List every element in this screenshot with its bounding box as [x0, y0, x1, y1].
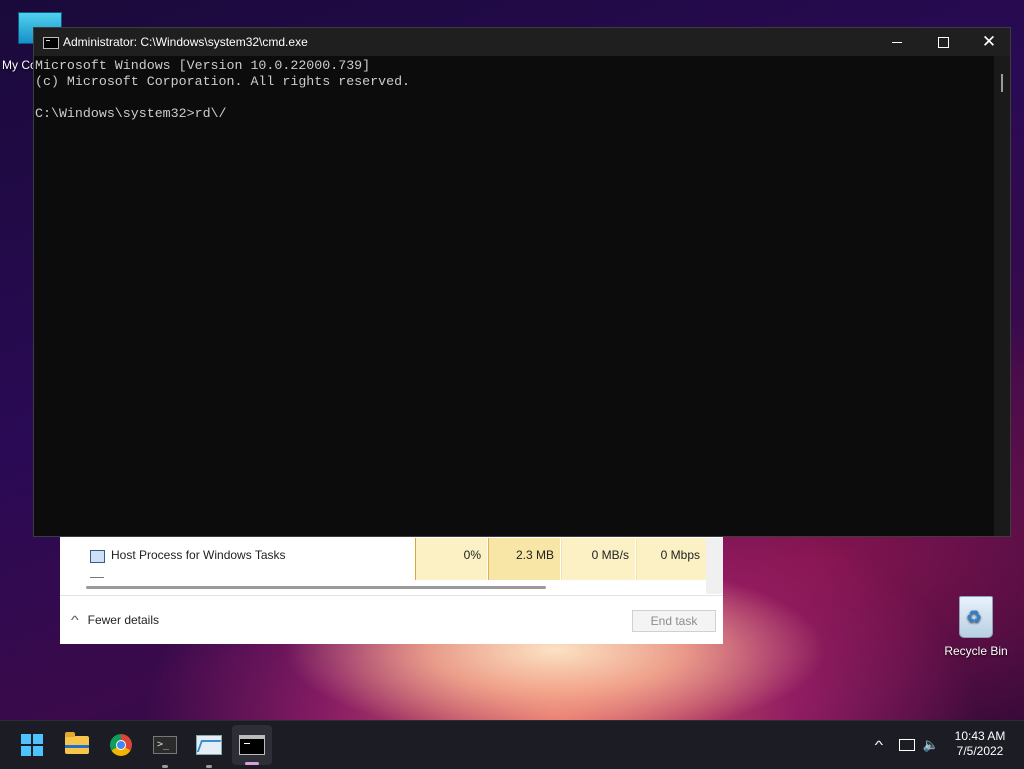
chevron-up-icon: ^ [874, 738, 884, 752]
scrollbar-thumb[interactable] [86, 586, 546, 589]
cmd-app-icon[interactable] [43, 37, 59, 49]
console-line: Microsoft Windows [Version 10.0.22000.73… [35, 58, 371, 73]
disk-cell: 0 MB/s [561, 538, 635, 580]
taskbar-terminal[interactable]: >_ [145, 721, 185, 769]
taskbar-performance-monitor[interactable] [189, 721, 229, 769]
chrome-icon [110, 734, 132, 756]
clock-time: 10:43 AM [954, 729, 1006, 743]
desktop-icon-recycle-bin[interactable]: ♻ Recycle Bin [940, 596, 1012, 658]
fewer-details-button[interactable]: ^ Fewer details [70, 613, 160, 627]
clock-date: 7/5/2022 [956, 744, 1004, 758]
minimize-button[interactable] [874, 28, 920, 56]
fewer-details-label: Fewer details [87, 613, 160, 627]
console-prompt-line: C:\Windows\system32>rd\/ [35, 106, 227, 121]
task-manager-window: Host Process for Windows Tasks 0% 2.3 MB… [60, 520, 723, 644]
cmd-icon [239, 735, 265, 755]
process-name: Host Process for Windows Tasks [111, 548, 286, 562]
vertical-scrollbar[interactable] [706, 538, 723, 594]
desktop-icon-label: My Co [2, 58, 37, 72]
end-task-button[interactable]: End task [632, 610, 716, 632]
volume-button[interactable]: 🔈 [920, 721, 942, 769]
close-button[interactable]: ✕ [966, 28, 1012, 56]
cmd-window[interactable]: Administrator: C:\Windows\system32\cmd.e… [33, 27, 1011, 537]
maximize-icon [937, 36, 949, 48]
table-row[interactable]: Host Process for Windows Tasks 0% 2.3 MB… [60, 538, 706, 580]
clock[interactable]: 10:43 AM 7/5/2022 [946, 729, 1014, 759]
folder-icon [65, 732, 89, 754]
desktop-icon-label: Recycle Bin [944, 644, 1008, 658]
windows-logo-icon [21, 734, 43, 756]
cpu-cell: 0% [415, 538, 487, 580]
scrollbar-thumb[interactable] [1001, 74, 1003, 92]
console-output[interactable]: Microsoft Windows [Version 10.0.22000.73… [34, 56, 994, 536]
horizontal-scrollbar[interactable] [60, 584, 706, 594]
minimize-icon [892, 41, 902, 43]
network-icon [899, 739, 915, 751]
taskbar: >_ ^ 🔈 10:43 AM 7/5/2022 [0, 720, 1024, 769]
cmd-scrollbar[interactable] [994, 56, 1010, 536]
network-button[interactable] [896, 721, 918, 769]
speaker-icon: 🔈 [922, 737, 940, 752]
memory-cell: 2.3 MB [488, 538, 560, 580]
network-cell: 0 Mbps [636, 538, 706, 580]
window-title: Administrator: C:\Windows\system32\cmd.e… [63, 35, 308, 49]
taskbar-file-explorer[interactable] [57, 721, 97, 769]
maximize-button[interactable] [920, 28, 966, 56]
close-icon: ✕ [981, 31, 997, 52]
task-manager-footer: ^ Fewer details End task [60, 595, 723, 644]
terminal-icon: >_ [153, 736, 177, 754]
console-line: (c) Microsoft Corporation. All rights re… [35, 74, 411, 89]
taskbar-chrome[interactable] [101, 721, 141, 769]
row-stub [90, 577, 104, 578]
chevron-up-icon: ^ [70, 613, 79, 627]
active-indicator [245, 762, 259, 765]
start-button[interactable] [12, 721, 52, 769]
recycle-bin-icon: ♻ [959, 596, 993, 638]
process-icon [90, 550, 105, 563]
cmd-title-bar[interactable]: Administrator: C:\Windows\system32\cmd.e… [34, 28, 1010, 56]
show-hidden-icons-button[interactable]: ^ [868, 721, 890, 769]
taskbar-cmd[interactable] [232, 725, 272, 765]
performance-monitor-icon [196, 735, 222, 755]
